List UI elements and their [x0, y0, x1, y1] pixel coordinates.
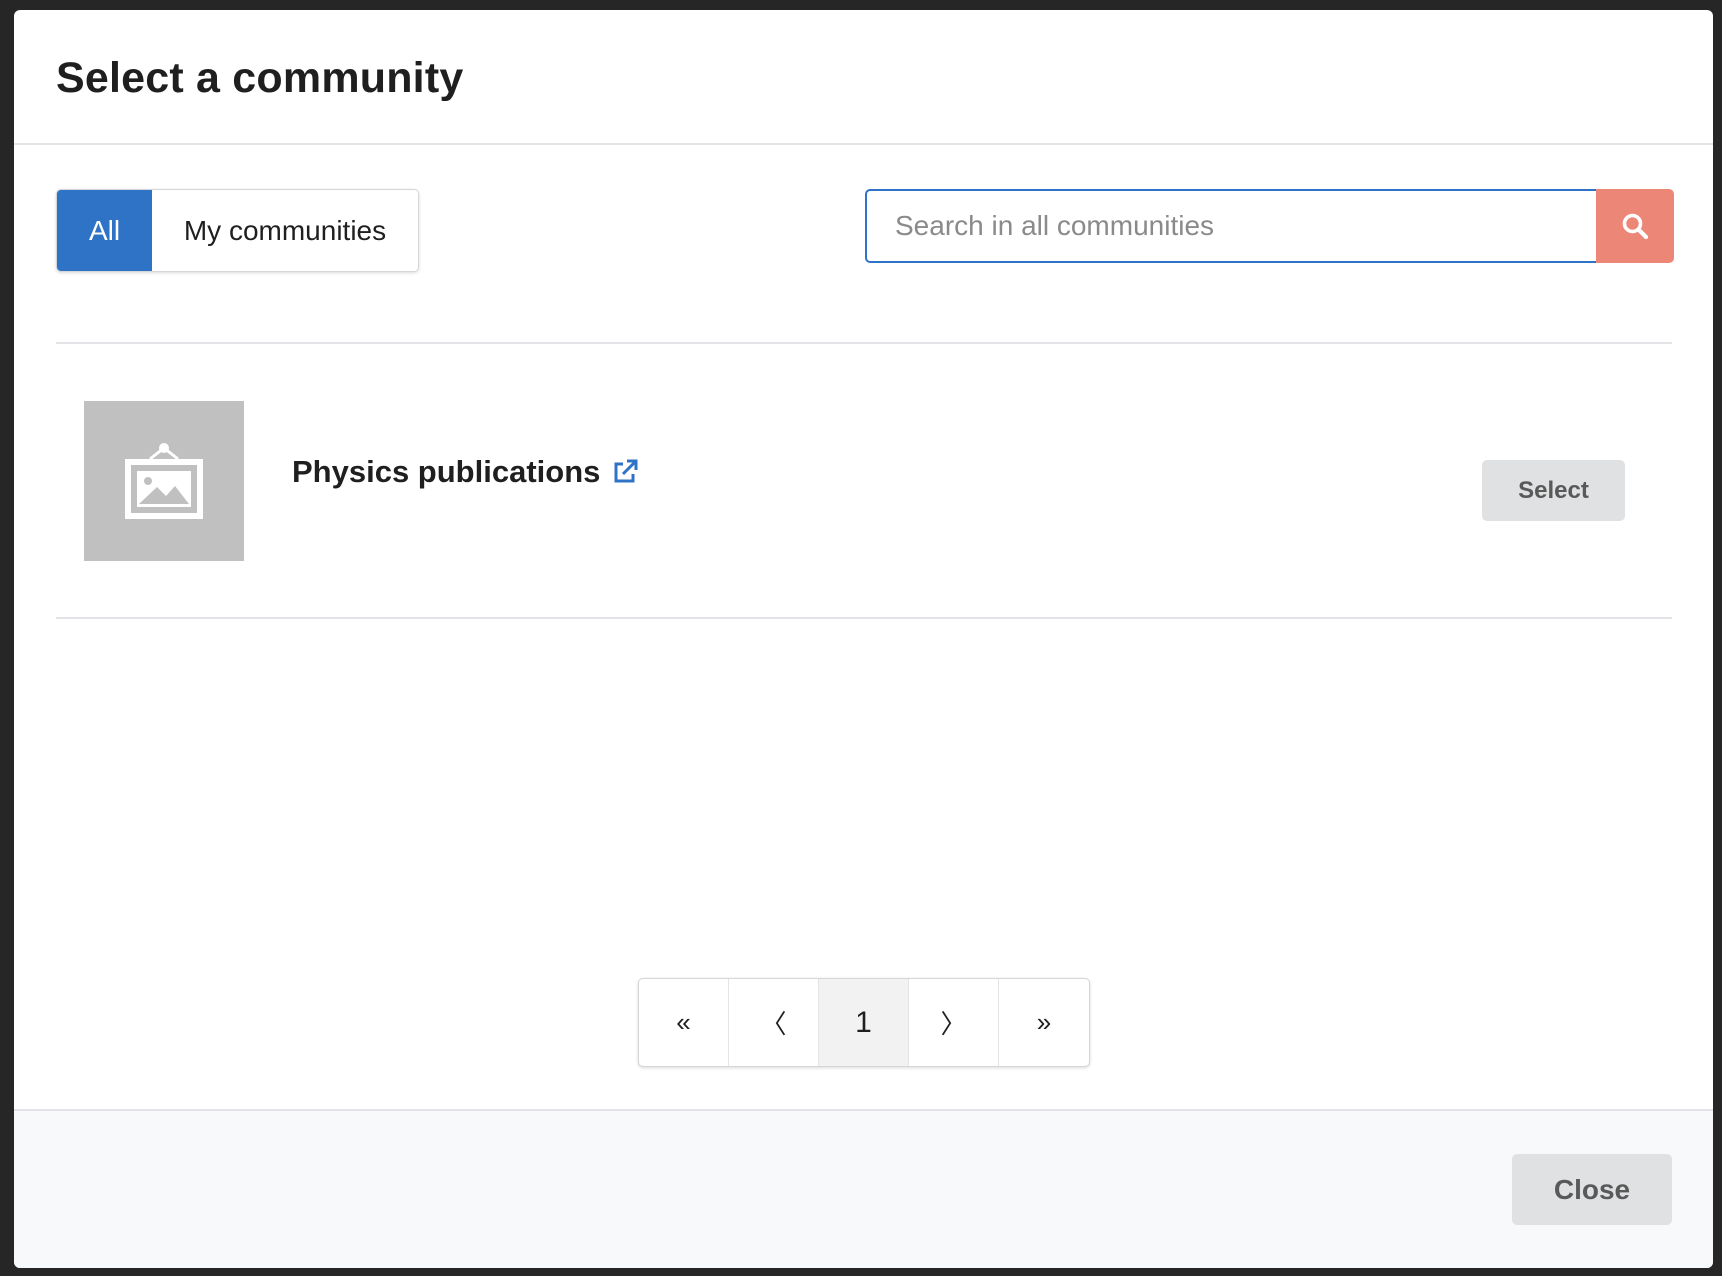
list-item: Physics publications Select — [56, 344, 1672, 617]
community-search — [865, 189, 1674, 263]
external-link-icon[interactable] — [612, 459, 638, 485]
last-page-button[interactable]: » — [999, 979, 1089, 1066]
search-button[interactable] — [1596, 189, 1674, 263]
list-divider-bottom — [56, 617, 1672, 619]
modal-title: Select a community — [56, 54, 464, 102]
previous-page-button[interactable]: 〈 — [729, 979, 819, 1066]
filter-all-button[interactable]: All — [57, 190, 152, 271]
close-button[interactable]: Close — [1512, 1154, 1672, 1225]
filter-my-communities-button[interactable]: My communities — [152, 190, 418, 271]
pagination: « 〈 1 〉 » — [638, 978, 1090, 1067]
select-community-button[interactable]: Select — [1482, 460, 1625, 521]
modal-footer: Close — [14, 1109, 1713, 1268]
community-name[interactable]: Physics publications — [292, 454, 600, 490]
next-page-button[interactable]: 〉 — [909, 979, 999, 1066]
image-placeholder-icon — [125, 443, 203, 519]
community-title: Physics publications — [292, 454, 638, 490]
page-number-button[interactable]: 1 — [819, 979, 909, 1066]
modal-header: Select a community — [14, 10, 1713, 145]
community-thumbnail — [84, 401, 244, 561]
search-input[interactable] — [865, 189, 1596, 263]
community-filter-toggle: All My communities — [56, 189, 419, 272]
select-community-modal: Select a community All My communities Se… — [14, 10, 1713, 1268]
search-icon — [1622, 213, 1649, 240]
first-page-button[interactable]: « — [639, 979, 729, 1066]
